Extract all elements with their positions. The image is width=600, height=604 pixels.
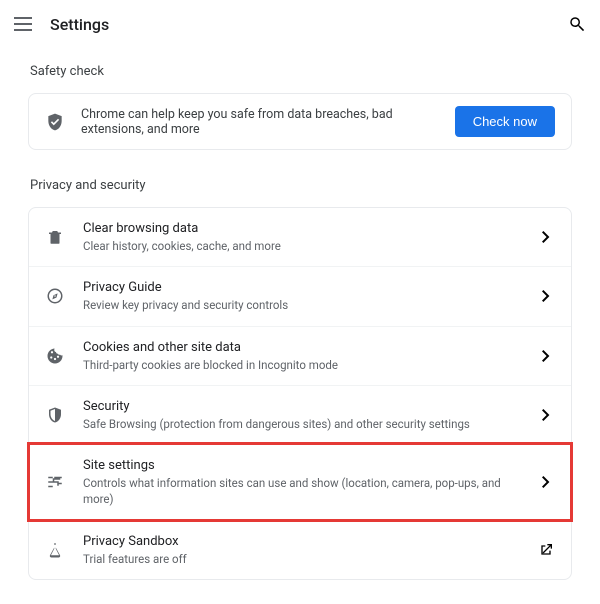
chevron-right-icon [537,290,555,302]
item-title: Cookies and other site data [83,339,519,357]
compass-icon [45,286,65,306]
item-cookies[interactable]: Cookies and other site data Third-party … [29,326,571,385]
item-subtitle: Review key privacy and security controls [83,297,519,313]
item-title: Privacy Guide [83,279,519,297]
menu-icon[interactable] [14,17,32,31]
page-title: Settings [50,15,109,34]
settings-content: Safety check Chrome can help keep you sa… [0,48,600,604]
cookie-icon [45,346,65,366]
shield-check-icon [45,112,65,132]
safety-check-message: Chrome can help keep you safe from data … [81,107,439,137]
item-subtitle: Controls what information sites can use … [83,475,519,507]
chevron-right-icon [537,350,555,362]
item-title: Clear browsing data [83,220,519,238]
section-heading-safety: Safety check [30,64,572,79]
tune-icon [45,472,65,492]
item-title: Security [83,398,519,416]
chevron-right-icon [537,409,555,421]
check-now-button[interactable]: Check now [455,106,555,137]
item-subtitle: Clear history, cookies, cache, and more [83,238,519,254]
trash-icon [45,227,65,247]
item-clear-browsing-data[interactable]: Clear browsing data Clear history, cooki… [29,208,571,266]
item-subtitle: Third-party cookies are blocked in Incog… [83,357,519,373]
chevron-right-icon [537,476,555,488]
privacy-list: Clear browsing data Clear history, cooki… [28,207,572,580]
item-security[interactable]: Security Safe Browsing (protection from … [29,385,571,444]
item-subtitle: Trial features are off [83,551,519,567]
search-icon[interactable] [568,15,586,33]
item-title: Site settings [83,457,519,475]
shield-icon [45,405,65,425]
section-heading-privacy: Privacy and security [30,178,572,193]
item-privacy-guide[interactable]: Privacy Guide Review key privacy and sec… [29,266,571,325]
safety-check-card: Chrome can help keep you safe from data … [28,93,572,150]
item-privacy-sandbox[interactable]: Privacy Sandbox Trial features are off [29,520,571,579]
item-site-settings[interactable]: Site settings Controls what information … [29,444,571,519]
external-link-icon [537,542,555,558]
chevron-right-icon [537,231,555,243]
appbar: Settings [0,0,600,48]
item-title: Privacy Sandbox [83,533,519,551]
item-subtitle: Safe Browsing (protection from dangerous… [83,416,519,432]
